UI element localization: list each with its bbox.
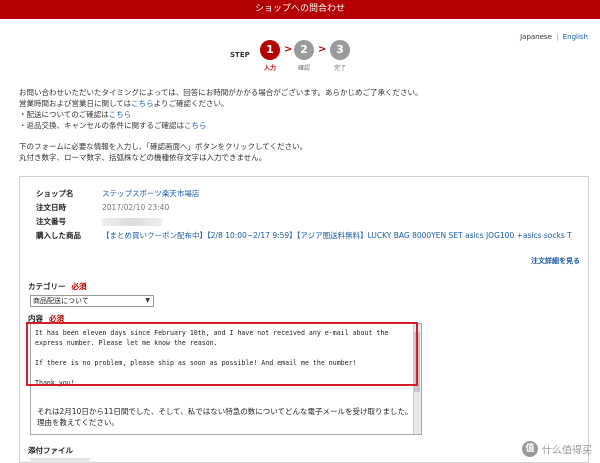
category-label: カテゴリー [28,282,66,291]
business-hours-link[interactable]: こちら [131,99,154,108]
chevron-down-icon: ▼ [145,297,150,304]
notice-text: お問い合わせいただいたタイミングによっては、回答にお時間がかかる場合がございます… [19,87,579,163]
step-2-confirm: 2 確認 [292,40,316,72]
watermark-text: 什么值得买 [542,445,592,457]
order-number-redacted [102,218,162,226]
step-1-name: 入力 [263,65,276,72]
order-details-link[interactable]: 注文詳細を見る [531,256,580,266]
order-date-value: 2017/02/10 23:40 [102,203,170,212]
step-3-name: 完了 [333,65,346,72]
message-textarea[interactable]: It has been eleven days since February 1… [30,323,422,435]
inquiry-form-panel: ショップ名 ステップスポーツ楽天市場店 注文日時 2017/02/10 23:4… [19,176,589,463]
step-3-circle: 3 [330,40,350,60]
step-arrow-2: > [318,44,327,55]
watermark: 值什么值得买 [522,441,592,457]
notice-return-text: ・返品交換、キャンセルの条件に関するご確認は [19,121,184,130]
watermark-badge-icon: 值 [522,441,538,457]
language-english-link[interactable]: English [563,33,588,41]
order-date-label: 注文日時 [36,203,66,212]
language-separator: | [556,33,559,41]
step-1-input: 1 入力 [258,40,282,72]
notice-hours-text: 営業時間および営業日に関しては [19,99,132,108]
step-3-complete: 3 完了 [328,40,352,72]
notice-line-3: ・配送についてのご確認はこちら [19,109,579,120]
product-label: 購入した商品 [36,231,81,240]
attachment-label: 添付ファイル [28,446,73,455]
shop-name-link[interactable]: ステップスポーツ楽天市場店 [102,187,199,201]
step-indicator: STEP 1 入力 > 2 確認 > 3 完了 [230,40,380,80]
category-selected-value: 商品配送について [33,297,89,305]
content-label: 内容 [28,314,43,323]
required-badge: 必須 [71,282,87,291]
attachment-field[interactable] [30,458,90,463]
step-2-circle: 2 [294,40,314,60]
product-link[interactable]: 【まとめ買いクーポン配布中】【2/8 10:00~2/17 9:59】【アジア圏… [102,229,572,243]
category-field-label: カテゴリー 必須 [28,281,87,292]
step-2-name: 確認 [297,65,310,72]
message-japanese: それは2月10日から11日間でした、そして、私ではない特急の数についてどんな電子… [37,407,413,427]
order-info: ショップ名 ステップスポーツ楽天市場店 注文日時 2017/02/10 23:4… [32,185,578,247]
step-label: STEP [230,51,250,59]
notice-line-5: 下のフォームに必要な情報を入力し、「確認画面へ」ボタンをクリックしてください。 [19,142,308,151]
return-policy-link[interactable]: こちら [184,121,207,130]
scrollbar-thumb[interactable] [414,332,420,392]
notice-line-4: ・返品交換、キャンセルの条件に関するご確認はこちら [19,120,579,131]
notice-line-2: 営業時間および営業日に関してはこちらよりご確認ください。 [19,98,579,109]
textarea-scrollbar[interactable] [413,324,421,434]
shop-label: ショップ名 [36,189,74,198]
message-english: It has been eleven days since February 1… [35,329,389,387]
notice-line-1: お問い合わせいただいたタイミングによっては、回答にお時間がかかる場合がございます… [19,88,423,97]
language-switcher: Japanese | English [520,33,588,41]
page-title: ショップへの問合わせ [254,4,345,14]
page-header: ショップへの問合わせ [0,0,600,19]
notice-shipping-text: ・配送についてのご確認は [19,110,109,119]
order-number-label: 注文番号 [36,217,66,226]
notice-line-6: 丸付き数字、ローマ数字、括弧株などの機種依存文字は入力できません。 [19,153,267,162]
category-select[interactable]: 商品配送について ▼ [30,295,154,307]
required-badge: 必須 [49,314,64,323]
language-japanese[interactable]: Japanese [520,33,552,41]
step-1-circle: 1 [260,40,280,60]
shipping-info-link[interactable]: こちら [109,110,132,119]
notice-hours-suffix: よりご確認ください。 [153,99,229,108]
